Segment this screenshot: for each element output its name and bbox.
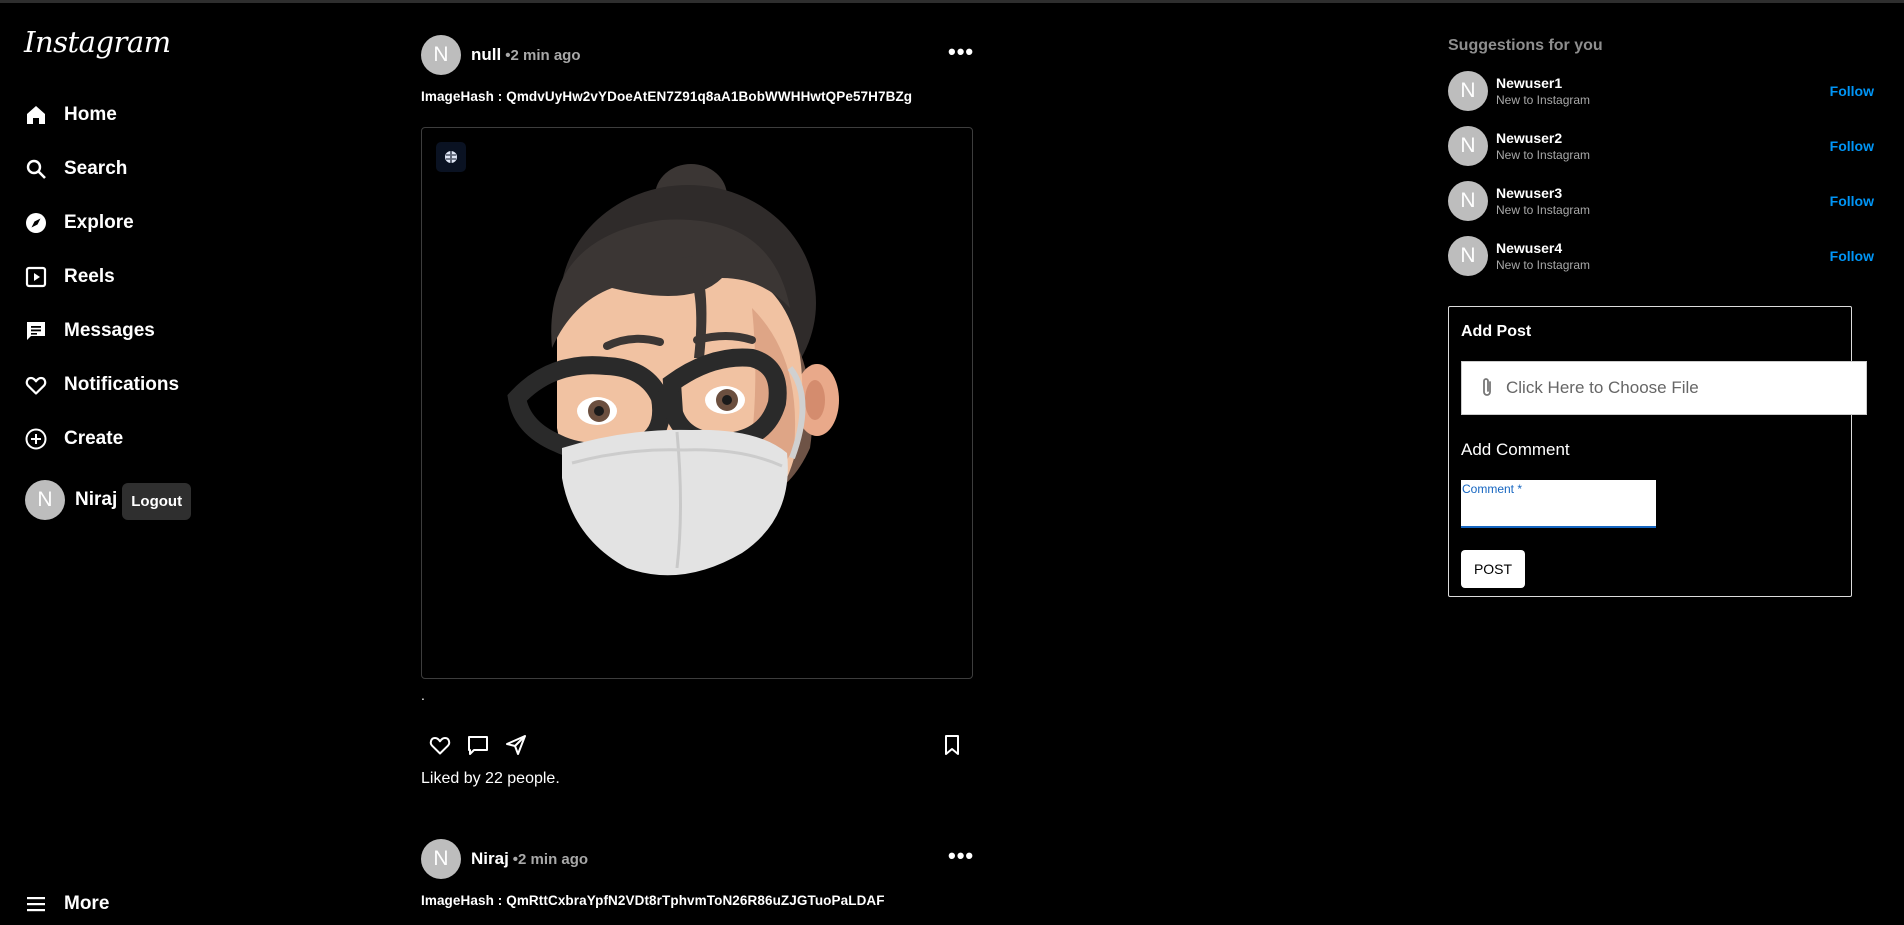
follow-button[interactable]: Follow: [1830, 248, 1874, 264]
menu-icon: [27, 897, 45, 912]
heart-icon: [25, 376, 47, 395]
add-comment-label: Add Comment: [1461, 440, 1570, 459]
like-button[interactable]: [428, 733, 452, 762]
follow-button[interactable]: Follow: [1830, 193, 1874, 209]
nav-messages[interactable]: Messages: [24, 315, 155, 347]
nav-home-label: Home: [64, 104, 117, 125]
suggestion-item: N Newuser2 New to Instagram Follow: [1448, 126, 1874, 166]
post-image[interactable]: [421, 127, 973, 679]
heart-icon: [429, 737, 451, 755]
save-button[interactable]: [940, 733, 964, 762]
suggestion-username[interactable]: Newuser2: [1496, 130, 1590, 146]
suggestion-item: N Newuser3 New to Instagram Follow: [1448, 181, 1874, 221]
suggestion-subtitle: New to Instagram: [1496, 148, 1591, 162]
post-button[interactable]: POST: [1461, 550, 1525, 588]
avatar[interactable]: N: [1448, 71, 1488, 111]
memoji-avatar: [507, 164, 839, 576]
current-user: N Niraj Logout: [25, 480, 192, 520]
instagram-logo[interactable]: Instagram: [24, 25, 171, 59]
choose-file-label: Click Here to Choose File: [1506, 378, 1699, 397]
paperclip-icon: [1483, 378, 1491, 396]
avatar[interactable]: N: [25, 480, 65, 520]
post-image-hash: ImageHash : QmdvUyHw2vYDoeAtEN7Z91q8aA1B…: [421, 89, 913, 104]
nav-home[interactable]: Home: [24, 99, 117, 131]
current-user-name[interactable]: Niraj: [75, 489, 117, 511]
home-icon: [27, 106, 45, 124]
suggestion-subtitle: New to Instagram: [1496, 93, 1591, 107]
post-header: N Niraj •2 min ago: [421, 839, 588, 879]
nav-more-label: More: [64, 893, 110, 914]
nav-reels-label: Reels: [64, 266, 115, 287]
post-timestamp: •2 min ago: [505, 46, 581, 64]
comment-input[interactable]: [1461, 506, 1660, 524]
avatar[interactable]: N: [1448, 126, 1488, 166]
comment-icon: [468, 736, 488, 755]
logout-button[interactable]: Logout: [122, 482, 192, 520]
follow-button[interactable]: Follow: [1830, 138, 1874, 154]
avatar[interactable]: N: [421, 839, 461, 879]
nav-search-label: Search: [64, 158, 128, 179]
nav-reels[interactable]: Reels: [24, 261, 115, 293]
suggestions-title: Suggestions for you: [1448, 37, 1603, 54]
choose-file-button[interactable]: Click Here to Choose File: [1461, 361, 1867, 415]
nav-explore-label: Explore: [64, 212, 134, 233]
nav-create-label: Create: [64, 428, 124, 449]
share-button[interactable]: [504, 733, 528, 762]
more-options-icon[interactable]: •••: [948, 845, 974, 867]
brain-icon: [436, 142, 466, 172]
nav-notifications[interactable]: Notifications: [24, 369, 179, 401]
compass-icon: [26, 213, 46, 233]
post-caption: .: [421, 687, 425, 703]
post-username[interactable]: Niraj: [471, 849, 509, 869]
suggestion-subtitle: New to Instagram: [1496, 203, 1591, 217]
search-icon: [26, 159, 46, 179]
post-username[interactable]: null: [471, 45, 501, 65]
add-post-panel: Add Post Click Here to Choose File Add C…: [1448, 306, 1867, 597]
suggestion-username[interactable]: Newuser3: [1496, 185, 1590, 201]
nav-notifications-label: Notifications: [64, 374, 180, 395]
nav-messages-label: Messages: [64, 320, 155, 341]
plus-circle-icon: [25, 428, 47, 450]
post-image-hash: ImageHash : QmRttCxbraYpfN2VDt8rTphvmToN…: [421, 893, 885, 908]
comment-button[interactable]: [466, 733, 490, 762]
suggestion-subtitle: New to Instagram: [1496, 258, 1591, 272]
reels-icon: [25, 266, 47, 288]
comment-field-label: Comment *: [1462, 482, 1523, 496]
likes-count[interactable]: Liked by 22 people.: [421, 770, 560, 788]
add-post-title: Add Post: [1461, 323, 1532, 340]
bookmark-icon: [945, 735, 959, 755]
messages-icon: [27, 322, 45, 340]
suggestion-item: N Newuser1 New to Instagram Follow: [1448, 71, 1874, 111]
nav-explore[interactable]: Explore: [24, 207, 134, 239]
comment-field[interactable]: Comment *: [1461, 480, 1660, 528]
post-timestamp: •2 min ago: [512, 850, 589, 868]
avatar[interactable]: N: [1448, 236, 1488, 276]
nav-search[interactable]: Search: [24, 153, 127, 185]
avatar[interactable]: N: [421, 35, 461, 75]
nav-more[interactable]: More: [24, 888, 109, 920]
post-header: N null •2 min ago: [421, 35, 580, 75]
follow-button[interactable]: Follow: [1830, 83, 1874, 99]
send-icon: [506, 735, 526, 755]
suggestion-item: N Newuser4 New to Instagram Follow: [1448, 236, 1874, 276]
more-options-icon[interactable]: •••: [948, 41, 974, 63]
suggestion-username[interactable]: Newuser4: [1496, 240, 1590, 256]
avatar[interactable]: N: [1448, 181, 1488, 221]
suggestion-username[interactable]: Newuser1: [1496, 75, 1590, 91]
nav-create[interactable]: Create: [24, 423, 123, 455]
